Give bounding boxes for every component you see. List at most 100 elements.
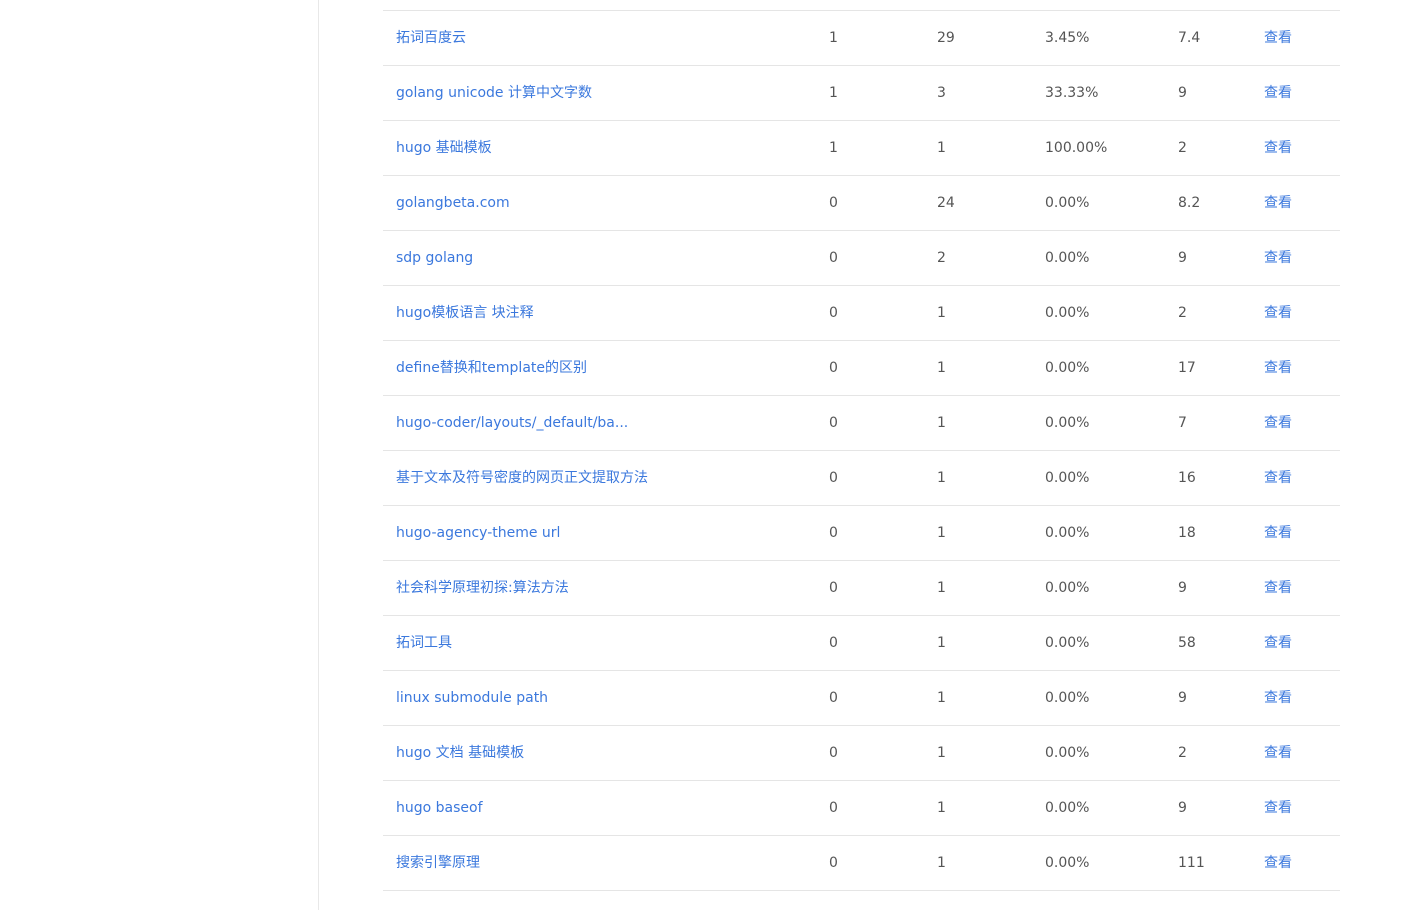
table-row: hugo 基础模板 1 1 100.00% 2 查看 (383, 121, 1340, 176)
metric-a-cell: 0 (829, 305, 838, 321)
view-link[interactable]: 查看 (1264, 66, 1292, 120)
keyword-link[interactable]: golang unicode 计算中文字数 (396, 66, 592, 120)
metric-d-cell: 111 (1178, 855, 1205, 871)
table-row: sdp golang 0 2 0.00% 9 查看 (383, 231, 1340, 286)
metric-d-cell: 8.2 (1178, 195, 1201, 211)
rate-cell: 0.00% (1045, 690, 1090, 706)
metric-b-cell: 1 (937, 470, 946, 486)
rate-cell: 0.00% (1045, 250, 1090, 266)
metric-d-cell: 9 (1178, 690, 1187, 706)
keyword-link[interactable]: linux submodule path (396, 671, 548, 725)
view-link[interactable]: 查看 (1264, 396, 1292, 450)
keyword-link[interactable]: golangbeta.com (396, 176, 510, 230)
rate-cell: 33.33% (1045, 85, 1099, 101)
metric-d-cell: 2 (1178, 140, 1187, 156)
metric-a-cell: 1 (829, 85, 838, 101)
metric-b-cell: 1 (937, 580, 946, 596)
metric-a-cell: 0 (829, 360, 838, 376)
metric-a-cell: 0 (829, 250, 838, 266)
table-row: golang unicode 计算中文字数 1 3 33.33% 9 查看 (383, 66, 1340, 121)
metric-b-cell: 1 (937, 635, 946, 651)
view-link[interactable]: 查看 (1264, 671, 1292, 725)
rate-cell: 0.00% (1045, 800, 1090, 816)
metric-b-cell: 1 (937, 690, 946, 706)
table-row: 搜索引擎原理 0 1 0.00% 111 查看 (383, 836, 1340, 891)
view-link[interactable]: 查看 (1264, 176, 1292, 230)
keyword-link[interactable]: hugo模板语言 块注释 (396, 286, 534, 340)
metric-b-cell: 29 (937, 30, 955, 46)
rate-cell: 0.00% (1045, 305, 1090, 321)
view-link[interactable]: 查看 (1264, 616, 1292, 670)
view-link[interactable]: 查看 (1264, 286, 1292, 340)
table-row: hugo-agency-theme url 0 1 0.00% 18 查看 (383, 506, 1340, 561)
table-row: hugo模板语言 块注释 0 1 0.00% 2 查看 (383, 286, 1340, 341)
table-row: 拓词百度云 1 29 3.45% 7.4 查看 (383, 11, 1340, 66)
keyword-link[interactable]: 社会科学原理初探:算法方法 (396, 561, 569, 615)
metric-d-cell: 2 (1178, 745, 1187, 761)
keyword-link[interactable]: hugo-coder/layouts/_default/ba... (396, 396, 628, 450)
rate-cell: 100.00% (1045, 140, 1108, 156)
view-link[interactable]: 查看 (1264, 451, 1292, 505)
metric-a-cell: 1 (829, 30, 838, 46)
metric-a-cell: 0 (829, 690, 838, 706)
metric-b-cell: 24 (937, 195, 955, 211)
rate-cell: 0.00% (1045, 360, 1090, 376)
rate-cell: 0.00% (1045, 195, 1090, 211)
keyword-link[interactable]: define替换和template的区别 (396, 341, 587, 395)
rate-cell: 0.00% (1045, 580, 1090, 596)
main-content: 拓词百度云 1 29 3.45% 7.4 查看 golang unicode 计算中文字数 1… (383, 0, 1340, 891)
keyword-link[interactable]: 基于文本及符号密度的网页正文提取方法 (396, 451, 648, 505)
metric-a-cell: 0 (829, 470, 838, 486)
metric-a-cell: 0 (829, 800, 838, 816)
metric-a-cell: 0 (829, 195, 838, 211)
metric-a-cell: 0 (829, 635, 838, 651)
metric-a-cell: 0 (829, 525, 838, 541)
metric-a-cell: 0 (829, 415, 838, 431)
keyword-link[interactable]: hugo 基础模板 (396, 121, 492, 175)
keyword-link[interactable]: hugo 文档 基础模板 (396, 726, 524, 780)
view-link[interactable]: 查看 (1264, 726, 1292, 780)
metric-b-cell: 1 (937, 140, 946, 156)
rate-cell: 0.00% (1045, 470, 1090, 486)
keyword-link[interactable]: 拓词工具 (396, 616, 452, 670)
keyword-link[interactable]: 搜索引擎原理 (396, 836, 480, 890)
metric-b-cell: 1 (937, 745, 946, 761)
table-row: 社会科学原理初探:算法方法 0 1 0.00% 9 查看 (383, 561, 1340, 616)
table-row: define替换和template的区别 0 1 0.00% 17 查看 (383, 341, 1340, 396)
view-link[interactable]: 查看 (1264, 11, 1292, 65)
keyword-link[interactable]: sdp golang (396, 231, 473, 285)
metric-b-cell: 1 (937, 415, 946, 431)
rate-cell: 0.00% (1045, 745, 1090, 761)
table-row: 基于文本及符号密度的网页正文提取方法 0 1 0.00% 16 查看 (383, 451, 1340, 506)
keyword-link[interactable]: hugo-agency-theme url (396, 506, 560, 560)
metric-b-cell: 1 (937, 525, 946, 541)
metric-a-cell: 0 (829, 580, 838, 596)
keyword-link[interactable]: hugo baseof (396, 781, 483, 835)
rate-cell: 3.45% (1045, 30, 1090, 46)
rate-cell: 0.00% (1045, 635, 1090, 651)
metric-d-cell: 16 (1178, 470, 1196, 486)
metric-d-cell: 9 (1178, 250, 1187, 266)
metric-d-cell: 9 (1178, 800, 1187, 816)
view-link[interactable]: 查看 (1264, 121, 1292, 175)
metric-d-cell: 9 (1178, 85, 1187, 101)
view-link[interactable]: 查看 (1264, 231, 1292, 285)
keyword-table: 拓词百度云 1 29 3.45% 7.4 查看 golang unicode 计算中文字数 1… (383, 10, 1340, 891)
table-row: 拓词工具 0 1 0.00% 58 查看 (383, 616, 1340, 671)
metric-d-cell: 7.4 (1178, 30, 1201, 46)
view-link[interactable]: 查看 (1264, 836, 1292, 890)
metric-d-cell: 58 (1178, 635, 1196, 651)
metric-a-cell: 0 (829, 855, 838, 871)
view-link[interactable]: 查看 (1264, 506, 1292, 560)
rate-cell: 0.00% (1045, 525, 1090, 541)
table-row: golangbeta.com 0 24 0.00% 8.2 查看 (383, 176, 1340, 231)
table-row: linux submodule path 0 1 0.00% 9 查看 (383, 671, 1340, 726)
metric-d-cell: 2 (1178, 305, 1187, 321)
view-link[interactable]: 查看 (1264, 781, 1292, 835)
view-link[interactable]: 查看 (1264, 341, 1292, 395)
keyword-link[interactable]: 拓词百度云 (396, 11, 466, 65)
view-link[interactable]: 查看 (1264, 561, 1292, 615)
metric-b-cell: 1 (937, 855, 946, 871)
metric-b-cell: 2 (937, 250, 946, 266)
sidebar (0, 0, 319, 910)
